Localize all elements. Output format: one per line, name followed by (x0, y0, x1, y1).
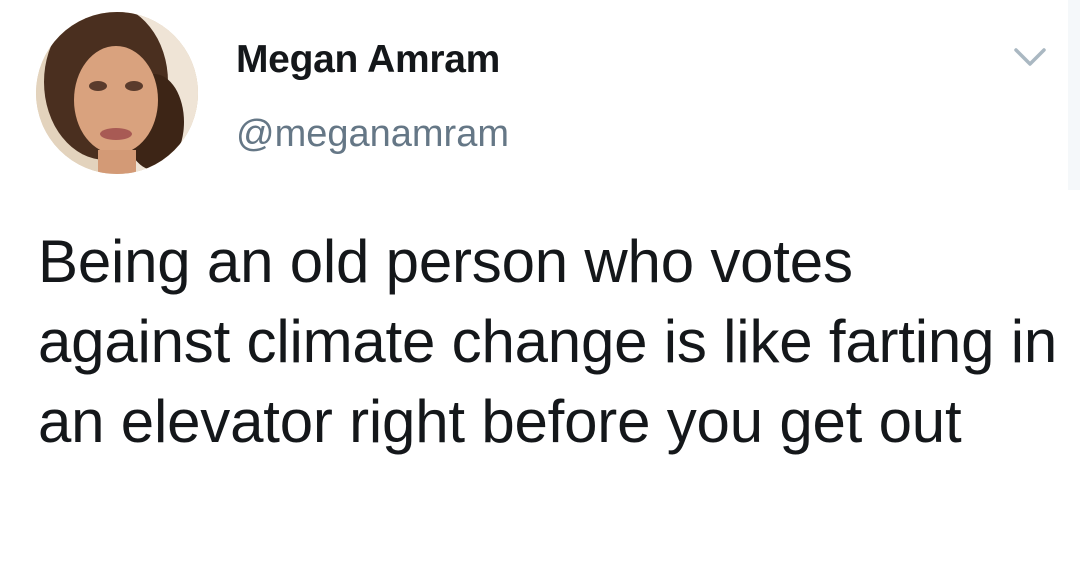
scroll-edge (1068, 0, 1080, 190)
tweet-card: Megan Amram @meganamram Being an old per… (0, 0, 1080, 586)
tweet-text: Being an old person who votes against cl… (38, 228, 1058, 455)
author-name[interactable]: Megan Amram (236, 38, 500, 82)
author-avatar[interactable] (36, 12, 198, 174)
profile-photo-icon (36, 12, 198, 174)
tweet-menu-button[interactable] (1010, 42, 1050, 72)
author-handle[interactable]: @meganamram (236, 113, 509, 156)
chevron-down-icon (1014, 48, 1046, 66)
